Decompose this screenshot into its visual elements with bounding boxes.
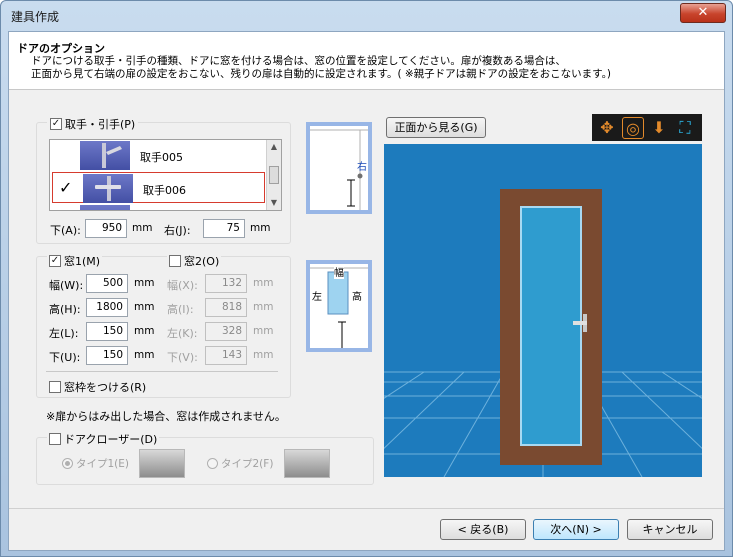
cancel-button[interactable]: キャンセル	[627, 519, 713, 540]
window-position-diagram: 幅 左 高	[306, 260, 372, 352]
unit-label: mm	[134, 277, 155, 289]
unit-label: mm	[250, 222, 271, 234]
title-bar: 建具作成 ✕	[1, 1, 732, 31]
diagram-label-height: 高	[352, 292, 362, 303]
window1-bottom-label: 下(U):	[49, 351, 81, 364]
handle-thumbnail	[80, 205, 130, 210]
window2-width-label: 幅(X):	[167, 279, 198, 292]
handle-list[interactable]: 取手005 ✓ 取手006 ▲ ▼	[49, 139, 282, 211]
unit-label: mm	[134, 349, 155, 361]
close-button[interactable]: ✕	[680, 3, 726, 23]
unit-label: mm	[253, 277, 274, 289]
closer-type2-radio[interactable]: タイプ2(F)	[207, 456, 273, 471]
handle-checkbox-box[interactable]: ✓	[50, 118, 62, 130]
dialog-window: 建具作成 ✕ ドアのオプション ドアにつける取手・引手の種類、ドアに窓を付ける場…	[0, 0, 733, 557]
closer-type1-image	[139, 449, 185, 478]
handle-thumbnail	[83, 174, 133, 203]
window1-width-input[interactable]: 500	[86, 274, 128, 293]
unit-label: mm	[253, 325, 274, 337]
handle-image-icon	[95, 176, 121, 201]
3d-preview[interactable]	[384, 144, 702, 477]
window1-checkbox-box[interactable]: ✓	[49, 255, 61, 267]
radio-dot-icon[interactable]	[62, 458, 73, 469]
front-view-button[interactable]: 正面から見る(G)	[386, 117, 486, 138]
move-icon[interactable]: ✥	[596, 117, 618, 139]
window2-checkbox[interactable]: 窓2(O)	[167, 253, 222, 269]
scroll-thumb[interactable]	[269, 166, 279, 184]
view-toolbar: ✥ ◎ ⬇ ⛶	[592, 114, 702, 141]
closer-checkbox[interactable]: ドアクローザー(D)	[47, 431, 160, 447]
list-scrollbar[interactable]: ▲ ▼	[266, 140, 281, 210]
note-text: ※扉からはみ出した場合、窓は作成されません。	[46, 410, 286, 423]
unit-label: mm	[132, 222, 153, 234]
handle-bottom-input[interactable]: 950	[85, 219, 127, 238]
handle-right-input[interactable]: 75	[203, 219, 245, 238]
handle-right-label: 右(J):	[164, 224, 191, 237]
handle-position-diagram: 右	[306, 122, 372, 214]
window2-checkbox-box[interactable]	[169, 255, 181, 267]
footer-divider	[9, 508, 724, 509]
diagram-label-left: 左	[312, 292, 322, 303]
window2-height-label: 高(I):	[167, 303, 194, 316]
page-title: ドアのオプション	[17, 42, 105, 55]
diagram-label-width: 幅	[334, 264, 344, 279]
window1-bottom-input[interactable]: 150	[86, 346, 128, 365]
handle-checkbox-label: 取手・引手(P)	[65, 118, 136, 131]
handle-bottom-label: 下(A):	[50, 224, 81, 237]
closer-type2-label: タイプ2(F)	[221, 458, 274, 470]
scroll-up-icon[interactable]: ▲	[267, 140, 281, 154]
window-title: 建具作成	[11, 10, 60, 24]
window2-left-input[interactable]: 328	[205, 322, 247, 341]
back-button[interactable]: < 戻る(B)	[440, 519, 526, 540]
door-preview-icon	[384, 144, 702, 477]
handle-image-icon	[102, 143, 122, 168]
rotate-icon[interactable]: ◎	[622, 117, 644, 139]
zoom-icon[interactable]: ⬇	[648, 117, 670, 139]
handle-thumbnail	[80, 141, 130, 170]
description-line-1: ドアにつける取手・引手の種類、ドアに窓を付ける場合は、窓の位置を設定してください…	[31, 55, 566, 67]
list-item-label: 取手006	[143, 184, 186, 197]
scroll-down-icon[interactable]: ▼	[267, 196, 281, 210]
list-item-label: 取手005	[140, 151, 183, 164]
unit-label: mm	[134, 325, 155, 337]
closer-type1-label: タイプ1(E)	[76, 458, 130, 470]
unit-label: mm	[134, 301, 155, 313]
frame-checkbox[interactable]: 窓枠をつける(R)	[49, 379, 146, 395]
closer-type1-radio[interactable]: タイプ1(E)	[62, 456, 129, 471]
header-panel: ドアのオプション ドアにつける取手・引手の種類、ドアに窓を付ける場合は、窓の位置…	[9, 32, 724, 90]
handle-checkbox[interactable]: ✓ 取手・引手(P)	[47, 116, 139, 132]
window2-height-input[interactable]: 818	[205, 298, 247, 317]
radio-dot-icon[interactable]	[207, 458, 218, 469]
next-button[interactable]: 次へ(N) >	[533, 519, 619, 540]
closer-checkbox-label: ドアクローザー(D)	[64, 433, 158, 446]
closer-type2-image	[284, 449, 330, 478]
list-item[interactable]	[50, 204, 267, 210]
page-description: ドアにつける取手・引手の種類、ドアに窓を付ける場合は、窓の位置を設定してください…	[31, 55, 721, 81]
fit-icon[interactable]: ⛶	[674, 117, 696, 139]
unit-label: mm	[253, 301, 274, 313]
frame-checkbox-box[interactable]	[49, 381, 61, 393]
closer-checkbox-box[interactable]	[49, 433, 61, 445]
window2-left-label: 左(K):	[167, 327, 198, 340]
checkmark-icon: ✓	[59, 178, 73, 197]
description-line-2: 正面から見て右端の扉の設定をおこない、残りの扉は自動的に設定されます。( ※親子…	[31, 68, 611, 80]
window1-width-label: 幅(W):	[49, 279, 84, 292]
unit-label: mm	[253, 349, 274, 361]
window1-checkbox[interactable]: ✓ 窓1(M)	[47, 253, 103, 269]
window1-height-input[interactable]: 1800	[86, 298, 128, 317]
window2-bottom-input[interactable]: 143	[205, 346, 247, 365]
window1-left-label: 左(L):	[49, 327, 79, 340]
window2-checkbox-label: 窓2(O)	[184, 255, 220, 268]
diagram-label-right: 右	[357, 162, 367, 173]
window1-checkbox-label: 窓1(M)	[64, 255, 101, 268]
window1-height-label: 高(H):	[49, 303, 81, 316]
dialog-client: ドアのオプション ドアにつける取手・引手の種類、ドアに窓を付ける場合は、窓の位置…	[8, 31, 725, 551]
divider	[46, 371, 278, 372]
window2-bottom-label: 下(V):	[167, 351, 198, 364]
frame-checkbox-label: 窓枠をつける(R)	[64, 381, 147, 394]
window1-left-input[interactable]: 150	[86, 322, 128, 341]
list-item[interactable]: 取手005	[50, 140, 267, 171]
list-item-selected[interactable]: ✓ 取手006	[52, 172, 265, 203]
window2-width-input[interactable]: 132	[205, 274, 247, 293]
